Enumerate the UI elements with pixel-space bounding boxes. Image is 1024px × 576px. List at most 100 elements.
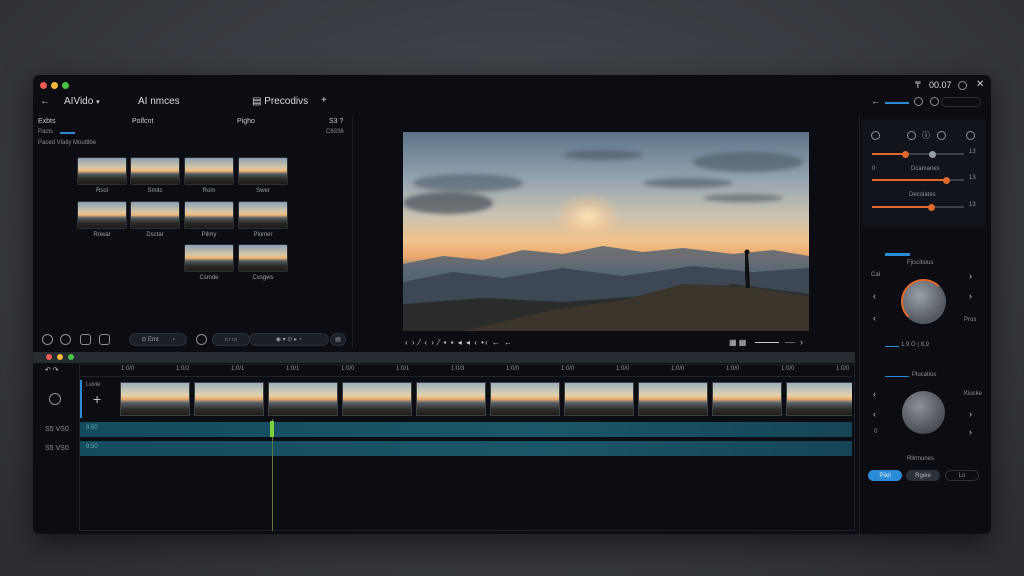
slider-label-1: Dcamanes — [911, 166, 940, 172]
contrast-icon[interactable] — [907, 131, 916, 140]
slider-knob[interactable] — [902, 150, 909, 158]
media-thumbnail[interactable] — [184, 244, 234, 272]
toggle-group-2[interactable]: ◉ ▾ ⊙ ▸ ◔ — [249, 333, 329, 346]
level-dial[interactable] — [902, 391, 945, 434]
media-thumbnail[interactable] — [238, 157, 288, 185]
chevron-right-icon[interactable]: › — [969, 271, 972, 281]
chevron-right-icon[interactable]: › — [969, 427, 972, 437]
zoom-slider[interactable] — [755, 342, 779, 343]
slider-knob-2[interactable] — [929, 150, 936, 158]
shadow-slider[interactable] — [872, 203, 964, 211]
secondary-button[interactable]: Rgeie — [906, 470, 940, 481]
close-icon[interactable]: ✕ — [976, 79, 984, 90]
slider-knob[interactable] — [943, 176, 950, 184]
project-menu[interactable]: AIVido ▾ — [64, 96, 100, 107]
clip-frame[interactable] — [786, 382, 852, 416]
media-thumbnail[interactable] — [130, 201, 180, 229]
playback-controls[interactable]: ‹ › ⁄ ‹ › ⁄ ▪ ▪ ◂ ◂ ‹ •‹ ← ← — [405, 338, 513, 347]
effects-icon[interactable] — [937, 131, 946, 140]
card3-zero: 0 — [874, 429, 878, 435]
layers-icon[interactable] — [80, 334, 91, 345]
card2-line — [885, 346, 899, 347]
slider-knob[interactable] — [928, 203, 935, 211]
media-thumbnail[interactable] — [238, 244, 288, 272]
chevron-left-icon[interactable]: ‹ — [873, 409, 876, 419]
video-preview[interactable] — [403, 132, 809, 331]
copy-icon[interactable] — [99, 334, 110, 345]
ruler-tick-label: 1:0/0 — [506, 366, 520, 372]
smile-icon[interactable] — [196, 334, 207, 345]
media-thumbnail[interactable] — [130, 157, 180, 185]
clip-frame[interactable] — [342, 382, 412, 416]
row3-label: Paced Vlatiy Mouttlbe — [38, 140, 97, 146]
arrow-icons[interactable]: ↶ ↷ — [45, 366, 59, 374]
media-thumbnail[interactable] — [77, 201, 127, 229]
tertiary-button[interactable]: Lo — [945, 470, 979, 481]
hue-dial[interactable] — [901, 279, 946, 324]
landscape-silhouette — [403, 246, 809, 331]
add-tab-button[interactable]: + — [321, 95, 327, 106]
media-thumbnail[interactable] — [238, 201, 288, 229]
header-col-4[interactable]: S3 ? — [329, 118, 343, 125]
grid-icon[interactable]: ▦ ▦ — [729, 338, 746, 347]
ruler-tick-label: 1:0/3 — [451, 366, 465, 372]
card2-title: Fjiscitious — [907, 260, 934, 266]
undo-icon[interactable]: ← — [871, 96, 880, 106]
status-time: 00.07 — [929, 80, 952, 90]
minimize-window-button[interactable] — [51, 82, 58, 89]
card3-line — [885, 376, 909, 377]
back-icon[interactable]: ← — [40, 96, 50, 107]
card3-right-label: Kiucke — [964, 391, 983, 397]
search-field[interactable] — [941, 97, 981, 107]
close-window-button[interactable] — [40, 82, 47, 89]
clock-icon[interactable] — [49, 393, 61, 405]
timeline-dot-yellow[interactable] — [57, 354, 63, 360]
circle-icon[interactable] — [42, 334, 53, 345]
clip-frame[interactable] — [638, 382, 708, 416]
playhead-handle[interactable] — [270, 421, 274, 437]
media-thumbnail[interactable] — [77, 157, 127, 185]
next-icon[interactable]: › — [800, 337, 803, 347]
settings-icon[interactable] — [930, 97, 939, 106]
record-icon[interactable] — [914, 97, 923, 106]
maximize-window-button[interactable] — [62, 82, 69, 89]
status-glyph: ₸ — [915, 80, 921, 90]
primary-button[interactable]: Piiel — [868, 470, 902, 481]
chevron-left-icon[interactable]: ‹ — [873, 389, 876, 399]
highlight-slider[interactable] — [872, 176, 964, 184]
header-col-2[interactable]: Polfcnt — [132, 118, 153, 125]
header-col-3[interactable]: Pigho — [237, 118, 255, 125]
chevron-right-icon[interactable]: › — [969, 409, 972, 419]
timeline-dot-green[interactable] — [68, 354, 74, 360]
clip-frame[interactable] — [416, 382, 486, 416]
emit-chip[interactable]: ⊙ Emt › — [129, 333, 187, 346]
card2-bottom-text: 1.9 O | 8.9 — [901, 342, 929, 348]
media-thumbnail[interactable] — [184, 157, 234, 185]
audio-track-1[interactable]: 9.50 — [80, 422, 852, 437]
chevron-right-icon[interactable]: › — [969, 291, 972, 301]
brightness-icon[interactable] — [871, 131, 880, 140]
exposure-slider[interactable] — [872, 150, 964, 158]
clip-strip[interactable] — [120, 382, 852, 418]
add-clip-cell[interactable]: Luvie + — [80, 380, 118, 418]
info-icon[interactable]: ⓘ — [922, 130, 930, 141]
chevron-left-icon[interactable]: ‹ — [873, 313, 876, 323]
toggle-group-1[interactable]: ▭ ▭ — [212, 333, 250, 346]
clip-frame[interactable] — [194, 382, 264, 416]
palette-icon[interactable] — [966, 131, 975, 140]
clip-frame[interactable] — [712, 382, 782, 416]
timeline-dot-red[interactable] — [46, 354, 52, 360]
ai-menu[interactable]: AI nmces — [138, 96, 180, 107]
media-thumbnail[interactable] — [184, 201, 234, 229]
header-col-1[interactable]: Exbts — [38, 118, 56, 125]
audio-track-2[interactable]: 9.50 — [80, 441, 852, 456]
clip-frame[interactable] — [564, 382, 634, 416]
presets-menu[interactable]: ▤ Precodivs — [252, 96, 308, 107]
clip-frame[interactable] — [490, 382, 560, 416]
stack-button[interactable]: ▤ — [330, 333, 346, 346]
gear-icon[interactable] — [958, 81, 967, 90]
timer-icon[interactable] — [60, 334, 71, 345]
clip-frame[interactable] — [268, 382, 338, 416]
chevron-left-icon[interactable]: ‹ — [873, 291, 876, 301]
clip-frame[interactable] — [120, 382, 190, 416]
